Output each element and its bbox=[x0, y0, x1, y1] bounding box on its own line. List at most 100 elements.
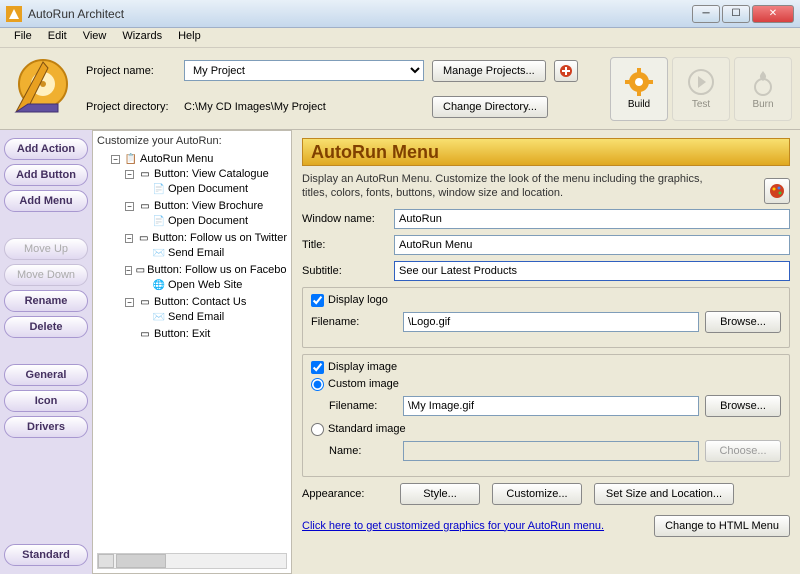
menu-icon: 📋 bbox=[124, 152, 138, 166]
tree-item[interactable]: −▭Button: Follow us on Facebook bbox=[125, 263, 287, 277]
tree[interactable]: − 📋 AutoRun Menu −▭Button: View Catalogu… bbox=[97, 151, 287, 551]
tree-item[interactable]: −▭Button: Follow us on Twitter bbox=[125, 231, 287, 245]
drivers-button[interactable]: Drivers bbox=[4, 416, 88, 438]
display-image-label: Display image bbox=[328, 361, 397, 373]
projectdir-label: Project directory: bbox=[86, 101, 176, 113]
subtitle-input[interactable] bbox=[394, 261, 790, 281]
tree-action[interactable]: ✉️Send Email bbox=[139, 310, 287, 324]
logo-filename-input[interactable] bbox=[403, 312, 699, 332]
add-action-button[interactable]: Add Action bbox=[4, 138, 88, 160]
standard-button[interactable]: Standard bbox=[4, 544, 88, 566]
web-icon: 🌐 bbox=[152, 278, 166, 292]
detail-panel: AutoRun Menu Display an AutoRun Menu. Cu… bbox=[292, 130, 800, 574]
subtitle-label: Subtitle: bbox=[302, 265, 394, 277]
display-logo-label: Display logo bbox=[328, 294, 388, 306]
style-button[interactable]: Style... bbox=[400, 483, 480, 505]
maximize-button[interactable]: ☐ bbox=[722, 5, 750, 23]
add-menu-button[interactable]: Add Menu bbox=[4, 190, 88, 212]
top-panel: Project name: My Project Manage Projects… bbox=[0, 48, 800, 130]
icon-button[interactable]: Icon bbox=[4, 390, 88, 412]
tree-action[interactable]: 📄Open Document bbox=[139, 182, 287, 196]
menu-view[interactable]: View bbox=[75, 28, 115, 47]
add-button-button[interactable]: Add Button bbox=[4, 164, 88, 186]
collapse-icon[interactable]: − bbox=[111, 155, 120, 164]
windowname-label: Window name: bbox=[302, 213, 394, 225]
button-icon: ▭ bbox=[138, 167, 152, 181]
standard-image-label: Standard image bbox=[328, 423, 406, 435]
custom-filename-input[interactable] bbox=[403, 396, 699, 416]
tree-item[interactable]: −▭Button: Contact Us bbox=[125, 295, 287, 309]
windowname-input[interactable] bbox=[394, 209, 790, 229]
display-logo-checkbox[interactable] bbox=[311, 294, 324, 307]
rename-button[interactable]: Rename bbox=[4, 290, 88, 312]
doc-icon: 📄 bbox=[152, 182, 166, 196]
detail-title: AutoRun Menu bbox=[311, 142, 439, 163]
projectname-select[interactable]: My Project bbox=[184, 60, 424, 81]
collapse-icon[interactable]: − bbox=[125, 234, 133, 243]
title-label: Title: bbox=[302, 239, 394, 251]
mail-icon: ✉️ bbox=[152, 310, 166, 324]
collapse-icon[interactable]: − bbox=[125, 298, 134, 307]
image-group: Display image Custom image Filename: Bro… bbox=[302, 354, 790, 477]
doc-icon: 📄 bbox=[152, 214, 166, 228]
mail-icon: ✉️ bbox=[152, 246, 166, 260]
display-image-checkbox[interactable] bbox=[311, 361, 324, 374]
build-button[interactable]: Build bbox=[610, 57, 668, 121]
projectname-label: Project name: bbox=[86, 65, 176, 77]
menu-wizards[interactable]: Wizards bbox=[114, 28, 170, 47]
tree-root[interactable]: − 📋 AutoRun Menu bbox=[111, 152, 287, 166]
menu-help[interactable]: Help bbox=[170, 28, 209, 47]
general-button[interactable]: General bbox=[4, 364, 88, 386]
move-down-button[interactable]: Move Down bbox=[4, 264, 88, 286]
button-icon: ▭ bbox=[137, 231, 150, 245]
standard-image-radio[interactable] bbox=[311, 423, 324, 436]
app-logo bbox=[8, 54, 78, 124]
burn-button[interactable]: Burn bbox=[734, 57, 792, 121]
logo-group: Display logo Filename: Browse... bbox=[302, 287, 790, 348]
choose-button: Choose... bbox=[705, 440, 781, 462]
test-button[interactable]: Test bbox=[672, 57, 730, 121]
titlebar: AutoRun Architect ─ ☐ ✕ bbox=[0, 0, 800, 28]
customize-button[interactable]: Customize... bbox=[492, 483, 582, 505]
detail-header: AutoRun Menu bbox=[302, 138, 790, 166]
collapse-icon[interactable]: − bbox=[125, 170, 134, 179]
standard-name-label: Name: bbox=[329, 445, 403, 457]
window-title: AutoRun Architect bbox=[28, 7, 690, 21]
change-html-button[interactable]: Change to HTML Menu bbox=[654, 515, 790, 537]
change-directory-button[interactable]: Change Directory... bbox=[432, 96, 548, 118]
tree-action[interactable]: 🌐Open Web Site bbox=[139, 278, 287, 292]
tree-action[interactable]: ✉️Send Email bbox=[139, 246, 287, 260]
logo-filename-label: Filename: bbox=[311, 316, 403, 328]
tree-panel: Customize your AutoRun: − 📋 AutoRun Menu… bbox=[92, 130, 292, 574]
delete-button[interactable]: Delete bbox=[4, 316, 88, 338]
move-up-button[interactable]: Move Up bbox=[4, 238, 88, 260]
setsize-button[interactable]: Set Size and Location... bbox=[594, 483, 734, 505]
horizontal-scrollbar[interactable] bbox=[97, 553, 287, 569]
tree-item[interactable]: −▭Button: View Brochure bbox=[125, 199, 287, 213]
palette-button[interactable] bbox=[764, 178, 790, 204]
appearance-label: Appearance: bbox=[302, 488, 394, 500]
play-icon bbox=[686, 67, 716, 97]
custom-image-label: Custom image bbox=[328, 378, 399, 390]
custom-image-radio[interactable] bbox=[311, 378, 324, 391]
close-button[interactable]: ✕ bbox=[752, 5, 794, 23]
collapse-icon[interactable]: − bbox=[125, 266, 132, 275]
button-icon: ▭ bbox=[138, 295, 152, 309]
title-input[interactable] bbox=[394, 235, 790, 255]
manage-projects-button[interactable]: Manage Projects... bbox=[432, 60, 546, 82]
scroll-thumb[interactable] bbox=[116, 554, 166, 568]
custom-browse-button[interactable]: Browse... bbox=[705, 395, 781, 417]
tree-item[interactable]: −▭Button: View Catalogue bbox=[125, 167, 287, 181]
tree-item[interactable]: ▭Button: Exit bbox=[125, 327, 287, 341]
menu-file[interactable]: File bbox=[6, 28, 40, 47]
menu-edit[interactable]: Edit bbox=[40, 28, 75, 47]
logo-browse-button[interactable]: Browse... bbox=[705, 311, 781, 333]
custom-filename-label: Filename: bbox=[329, 400, 403, 412]
collapse-icon[interactable]: − bbox=[125, 202, 134, 211]
add-project-button[interactable] bbox=[554, 60, 578, 82]
scroll-left-arrow[interactable] bbox=[98, 554, 114, 568]
gear-icon bbox=[624, 67, 654, 97]
minimize-button[interactable]: ─ bbox=[692, 5, 720, 23]
graphics-link[interactable]: Click here to get customized graphics fo… bbox=[302, 520, 604, 532]
tree-action[interactable]: 📄Open Document bbox=[139, 214, 287, 228]
